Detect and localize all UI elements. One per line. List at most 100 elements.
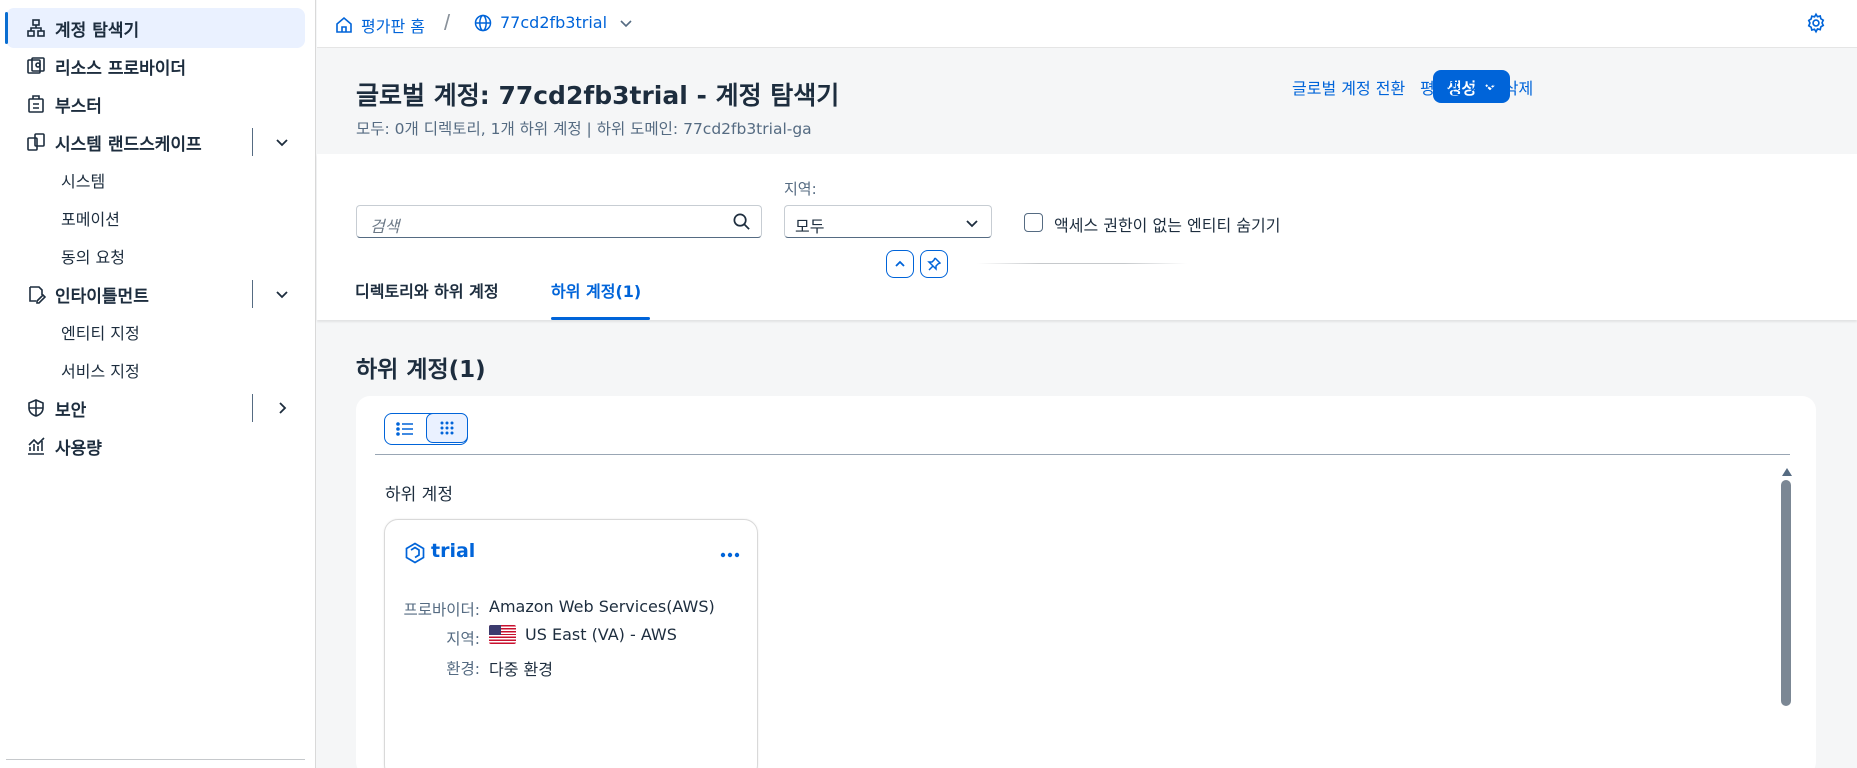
sidebar-item-label: 사용량 [55,438,102,459]
main-content: 평가판 홈 / 77cd2fb3trial 글로벌 계정: 77cd2fb3tr… [317,0,1857,768]
region-select[interactable]: 모두 [784,205,992,238]
pin-icon [927,257,941,271]
scroll-thumb[interactable] [1781,480,1791,706]
subaccount-card[interactable]: trial 프로바이더: Amazon Web Services(AWS) 지역… [384,519,758,768]
sidebar-item-systems[interactable]: 시스템 [6,160,305,200]
provider-value-text: Amazon Web Services(AWS) [489,597,715,616]
chevron-down-icon [965,216,979,230]
environment-value: 다중 환경 [489,656,553,680]
sidebar-item-account-explorer[interactable]: 계정 탐색기 [5,8,305,48]
breadcrumb-account[interactable]: 77cd2fb3trial [474,13,633,32]
sidebar-item-label: 인타이틀먼트 [55,286,149,307]
list-view-button[interactable] [385,414,426,444]
provider-value: Amazon Web Services(AWS) [489,597,715,616]
sidebar-subitem-label: 엔티티 지정 [61,324,140,343]
group-label: 하위 계정 [385,485,453,505]
sidebar-item-formations[interactable]: 포메이션 [6,198,305,238]
entitlement-icon [24,282,48,306]
breadcrumb-home-label: 평가판 홈 [361,17,425,36]
search-input[interactable]: 검색 [356,205,762,238]
divider [977,263,1187,264]
top-bar: 평가판 홈 / 77cd2fb3trial [317,0,1857,48]
tab-subaccounts[interactable]: 하위 계정(1) [551,278,641,302]
region-label: 지역: [446,630,480,648]
sidebar-item-entity-assignments[interactable]: 엔티티 지정 [6,312,305,352]
sidebar-item-label: 계정 탐색기 [55,20,140,41]
subaccount-icon [404,542,426,564]
us-flag-icon [489,625,516,644]
sidebar-item-service-assignments[interactable]: 서비스 지정 [6,350,305,390]
home-icon [335,16,353,34]
sidebar-item-usage[interactable]: 사용량 [6,426,305,466]
title-prefix: 글로벌 계정 [356,81,480,110]
sidebar-subitem-label: 시스템 [61,172,106,191]
breadcrumb-account-label: 77cd2fb3trial [500,13,608,32]
tile-view-button[interactable] [425,413,468,443]
page-subtitle: 모두: 0개 디렉토리, 1개 하위 계정 | 하위 도메인: 77cd2fb3… [356,120,812,138]
region-value-text: US East (VA) - AWS [525,625,677,644]
system-landscape-icon [24,130,48,154]
usage-chart-icon [24,434,48,458]
chevron-down-icon[interactable] [272,284,292,304]
divider [252,280,253,308]
collapse-header-button[interactable] [886,250,914,278]
divider [6,759,305,760]
view-toggle [384,413,468,445]
sidebar-item-consent-requests[interactable]: 동의 요청 [6,236,305,276]
pin-header-button[interactable] [920,250,948,278]
title-suffix: 계정 탐색기 [715,81,840,110]
divider [252,394,253,422]
divider [375,454,1790,455]
sidebar-item-system-landscape[interactable]: 시스템 랜드스케이프 [6,122,305,162]
section-title-count: (1) [448,357,486,383]
environment-value-text: 다중 환경 [489,660,553,679]
sidebar: 계정 탐색기 리소스 프로바이더 부스터 시스템 랜드스케이프 시스템 포메이션… [0,0,316,768]
shield-icon [24,396,48,420]
filter-bar: 검색 지역: 모두 액세스 권한이 없는 엔티티 숨기기 디렉토리와 하위 계정… [317,154,1857,320]
region-select-value: 모두 [795,217,825,236]
sidebar-item-label: 보안 [55,400,87,421]
scrollbar[interactable] [1779,468,1795,708]
chevron-right-icon[interactable] [272,398,292,418]
subaccount-title[interactable]: trial [431,540,475,562]
list-icon [396,422,414,436]
hierarchy-icon [24,16,48,40]
grid-icon [440,421,454,435]
switch-global-account-link[interactable]: 글로벌 계정 전환 [1292,75,1405,99]
booster-icon [24,92,48,116]
resource-provider-icon [24,54,48,78]
hide-inaccessible-checkbox[interactable] [1024,213,1043,232]
search-icon[interactable] [732,212,752,232]
divider [252,128,253,156]
sidebar-item-security[interactable]: 보안 [6,388,305,428]
chevron-down-icon[interactable] [272,132,292,152]
tab-selected-indicator [551,317,650,320]
title-colon: : [479,81,490,110]
sidebar-subitem-label: 서비스 지정 [61,362,140,381]
page-title: 글로벌 계정: 77cd2fb3trial - 계정 탐색기 [356,76,839,112]
sidebar-item-label: 리소스 프로바이더 [55,58,187,79]
section-title-text: 하위 계정 [356,357,449,383]
sidebar-item-resource-providers[interactable]: 리소스 프로바이더 [6,46,305,86]
region-label: 지역: [784,180,817,198]
delete-trial-account-link[interactable]: 평가판 계정 삭제 [1420,75,1533,99]
sidebar-item-entitlements[interactable]: 인타이틀먼트 [6,274,305,314]
sidebar-subitem-label: 포메이션 [61,210,120,229]
title-account: 77cd2fb3trial - [498,81,707,110]
scroll-up-arrow[interactable] [1782,468,1792,476]
settings-gear-icon[interactable] [1805,12,1829,36]
page-header: 글로벌 계정: 77cd2fb3trial - 계정 탐색기 모두: 0개 디렉… [317,48,1857,154]
sidebar-item-label: 부스터 [55,96,102,117]
provider-label: 프로바이더: [403,601,480,619]
sidebar-item-boosters[interactable]: 부스터 [6,84,305,124]
globe-icon [474,14,492,32]
more-options-icon[interactable] [719,546,741,558]
tab-directories-and-subaccounts[interactable]: 디렉토리와 하위 계정 [355,278,499,302]
breadcrumb-home[interactable]: 평가판 홈 [335,13,425,37]
region-value: US East (VA) - AWS [489,625,677,644]
environment-label: 환경: [446,660,480,678]
hide-inaccessible-label: 액세스 권한이 없는 엔티티 숨기기 [1054,216,1281,235]
search-placeholder: 검색 [370,217,400,236]
subaccounts-panel: 하위 계정 trial 프로바이더: Amazon Web Services(A… [356,396,1816,768]
chevron-down-icon [619,16,633,30]
